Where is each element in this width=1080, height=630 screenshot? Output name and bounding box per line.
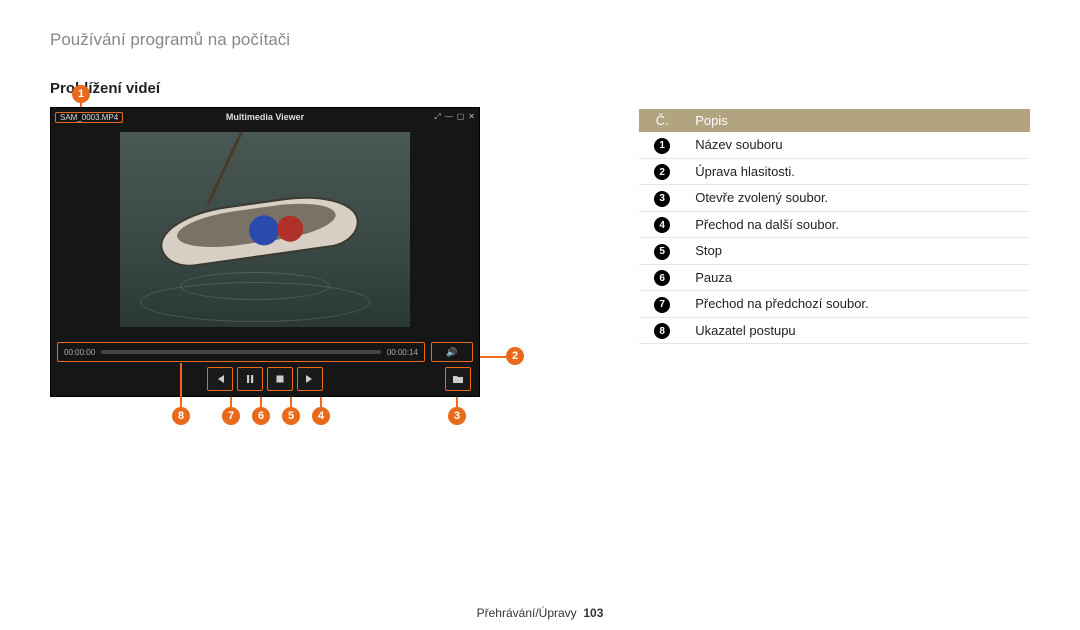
row-num: 1 (654, 138, 670, 154)
window-controls[interactable]: ⤢ — ▢ ✕ (434, 112, 475, 122)
pause-button[interactable] (237, 367, 263, 391)
callout-3: 3 (448, 407, 466, 425)
callout-line (480, 356, 506, 358)
callout-5: 5 (282, 407, 300, 425)
progress-row: 00:00:00 00:00:14 🔊 (57, 342, 473, 362)
table-row: 8 Ukazatel postupu (639, 317, 1030, 344)
expand-icon[interactable]: ⤢ (434, 112, 440, 122)
table-row: 4 Přechod na další soubor. (639, 211, 1030, 238)
row-num: 8 (654, 323, 670, 339)
maximize-icon[interactable]: ▢ (457, 112, 465, 122)
row-desc: Přechod na další soubor. (685, 211, 1030, 238)
row-desc: Název souboru (685, 132, 1030, 158)
table-row: 7 Přechod na předchozí soubor. (639, 291, 1030, 318)
time-elapsed: 00:00:00 (64, 348, 95, 357)
time-total: 00:00:14 (387, 348, 418, 357)
subheading: Prohlížení videí (50, 80, 1030, 97)
prev-button[interactable] (207, 367, 233, 391)
callout-4: 4 (312, 407, 330, 425)
table-row: 6 Pauza (639, 264, 1030, 291)
callout-line (290, 397, 292, 407)
row-num: 3 (654, 191, 670, 207)
row-num: 4 (654, 217, 670, 233)
page-footer: Přehrávání/Úpravy 103 (0, 606, 1080, 620)
callout-8: 8 (172, 407, 190, 425)
callout-line (456, 397, 458, 407)
next-button[interactable] (297, 367, 323, 391)
playback-buttons-row (51, 366, 479, 392)
callout-line (260, 397, 262, 407)
callout-line (230, 397, 232, 407)
filename-chip: SAM_0003.MP4 (55, 112, 123, 123)
minimize-icon[interactable]: — (445, 112, 453, 122)
table-row: 3 Otevře zvolený soubor. (639, 185, 1030, 212)
table-row: 5 Stop (639, 238, 1030, 265)
callout-1: 1 (72, 85, 90, 103)
description-table: Č. Popis 1 Název souboru 2 Úprava hlasitos… (639, 109, 1030, 397)
callout-7: 7 (222, 407, 240, 425)
footer-page: 103 (583, 606, 603, 620)
row-num: 7 (654, 297, 670, 313)
row-desc: Přechod na předchozí soubor. (685, 291, 1030, 318)
row-desc: Ukazatel postupu (685, 317, 1030, 344)
callout-2: 2 (506, 347, 524, 365)
title-bar: SAM_0003.MP4 Multimedia Viewer ⤢ — ▢ ✕ (51, 108, 479, 126)
row-desc: Úprava hlasitosti. (685, 158, 1030, 185)
progress-bar-frame[interactable]: 00:00:00 00:00:14 (57, 342, 425, 362)
volume-icon[interactable]: 🔊 (446, 347, 457, 358)
callout-6: 6 (252, 407, 270, 425)
callout-line (180, 363, 182, 407)
breadcrumb: Používání programů na počítači (50, 30, 1030, 50)
table-row: 1 Název souboru (639, 132, 1030, 158)
row-desc: Pauza (685, 264, 1030, 291)
open-folder-button[interactable] (445, 367, 471, 391)
row-desc: Stop (685, 238, 1030, 265)
stop-button[interactable] (267, 367, 293, 391)
close-icon[interactable]: ✕ (468, 112, 475, 122)
multimedia-viewer-window: SAM_0003.MP4 Multimedia Viewer ⤢ — ▢ ✕ (50, 107, 480, 397)
callout-line (320, 397, 322, 407)
annotated-screenshot: 1 SAM_0003.MP4 Multimedia Viewer ⤢ — ▢ ✕ (50, 107, 509, 397)
video-frame (120, 132, 410, 327)
row-num: 6 (654, 270, 670, 286)
row-desc: Otevře zvolený soubor. (685, 185, 1030, 212)
volume-control-frame[interactable]: 🔊 (431, 342, 473, 362)
table-row: 2 Úprava hlasitosti. (639, 158, 1030, 185)
row-num: 5 (654, 244, 670, 260)
table-header-desc: Popis (685, 109, 1030, 132)
progress-track[interactable] (101, 350, 381, 354)
footer-section: Přehrávání/Úpravy (477, 606, 577, 620)
row-num: 2 (654, 164, 670, 180)
window-title: Multimedia Viewer (226, 112, 304, 122)
table-header-num: Č. (639, 109, 685, 132)
